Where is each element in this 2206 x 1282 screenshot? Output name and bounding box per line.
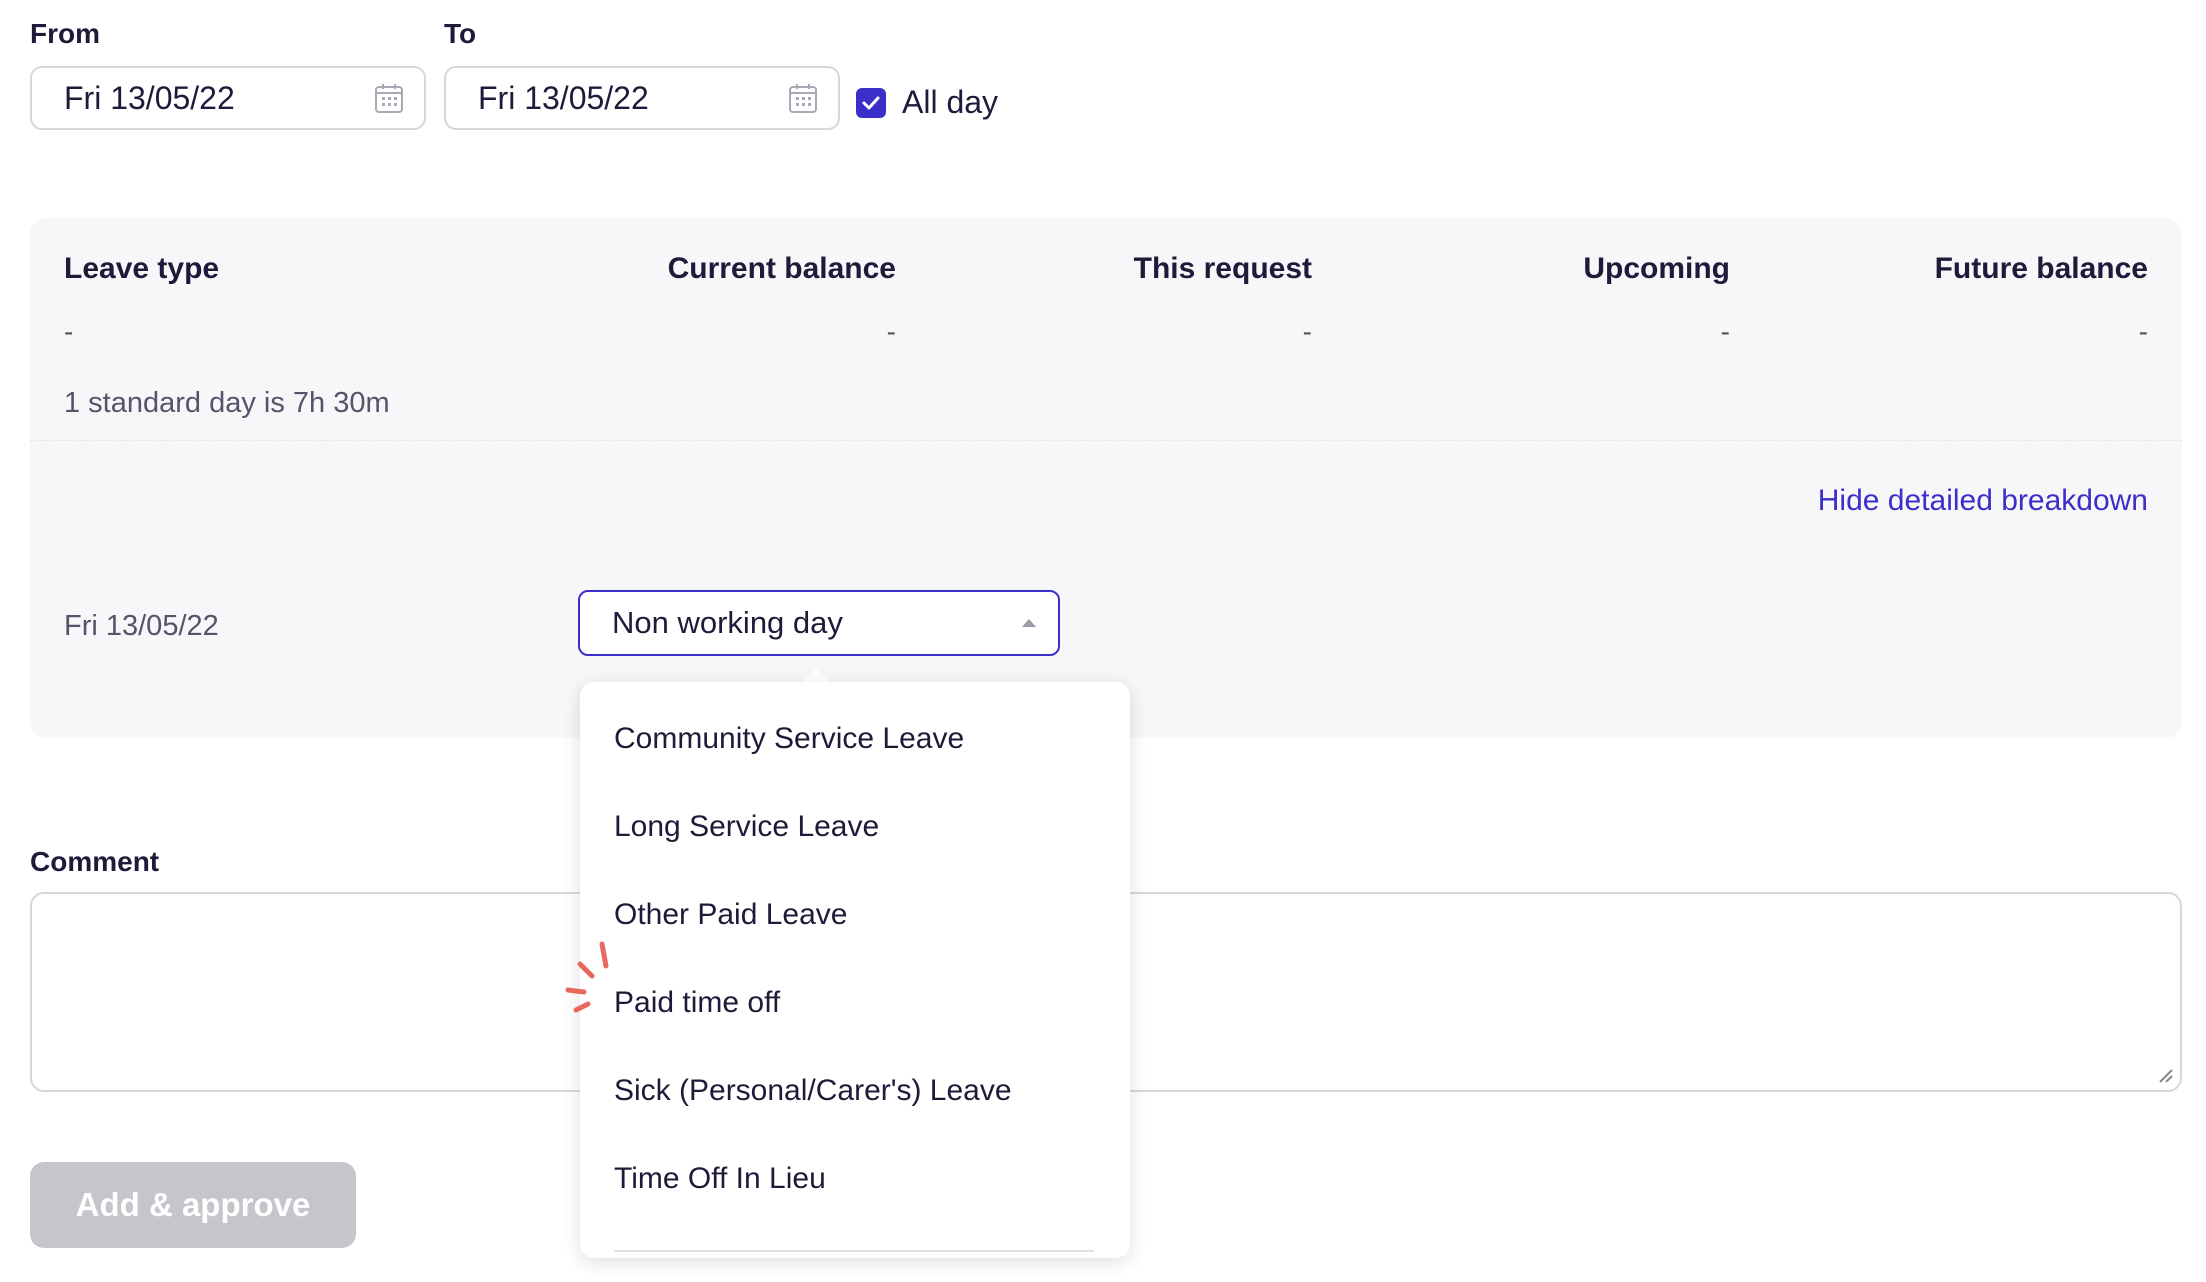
dropdown-option-community-service-leave[interactable]: Community Service Leave bbox=[614, 722, 964, 756]
checkmark-icon bbox=[862, 96, 880, 110]
resize-handle-icon[interactable] bbox=[2156, 1066, 2174, 1084]
add-approve-button[interactable]: Add & approve bbox=[30, 1162, 356, 1248]
from-date-value: Fri 13/05/22 bbox=[64, 79, 235, 116]
dropdown-option-sick-leave[interactable]: Sick (Personal/Carer's) Leave bbox=[614, 1074, 1012, 1108]
value-this-request: - bbox=[1302, 316, 1312, 347]
leave-type-select[interactable]: Non working day bbox=[578, 590, 1060, 656]
all-day-checkbox[interactable] bbox=[856, 88, 886, 118]
calendar-icon[interactable] bbox=[374, 82, 404, 114]
header-current-balance: Current balance bbox=[667, 252, 896, 285]
value-upcoming: - bbox=[1720, 316, 1730, 347]
value-current-balance: - bbox=[886, 316, 896, 347]
panel-divider bbox=[30, 440, 2182, 441]
from-date-input[interactable]: Fri 13/05/22 bbox=[30, 66, 426, 130]
dropdown-option-paid-time-off[interactable]: Paid time off bbox=[614, 986, 780, 1020]
comment-label: Comment bbox=[30, 846, 160, 877]
header-leave-type: Leave type bbox=[64, 252, 220, 285]
value-future-balance: - bbox=[2138, 316, 2148, 347]
value-leave-type: - bbox=[64, 316, 74, 347]
to-label: To bbox=[444, 18, 477, 49]
header-upcoming: Upcoming bbox=[1583, 252, 1730, 285]
dropdown-option-long-service-leave[interactable]: Long Service Leave bbox=[614, 810, 879, 844]
to-date-value: Fri 13/05/22 bbox=[478, 79, 649, 116]
standard-day-note: 1 standard day is 7h 30m bbox=[64, 387, 390, 419]
leave-balance-panel bbox=[30, 218, 2182, 738]
dropdown-option-other-paid-leave[interactable]: Other Paid Leave bbox=[614, 898, 847, 932]
to-date-input[interactable]: Fri 13/05/22 bbox=[444, 66, 840, 130]
click-indicator-icon bbox=[565, 941, 609, 1013]
caret-up-icon bbox=[1022, 619, 1036, 627]
from-label: From bbox=[30, 18, 100, 49]
hide-breakdown-link[interactable]: Hide detailed breakdown bbox=[1818, 484, 2148, 518]
header-this-request: This request bbox=[1133, 252, 1312, 285]
all-day-label[interactable]: All day bbox=[902, 84, 998, 121]
header-future-balance: Future balance bbox=[1934, 252, 2148, 285]
calendar-icon[interactable] bbox=[788, 82, 818, 114]
leave-type-select-value: Non working day bbox=[612, 605, 843, 640]
dropdown-option-time-off-in-lieu[interactable]: Time Off In Lieu bbox=[614, 1162, 826, 1196]
dropdown-scroll-divider bbox=[614, 1250, 1094, 1252]
breakdown-date: Fri 13/05/22 bbox=[64, 610, 219, 642]
